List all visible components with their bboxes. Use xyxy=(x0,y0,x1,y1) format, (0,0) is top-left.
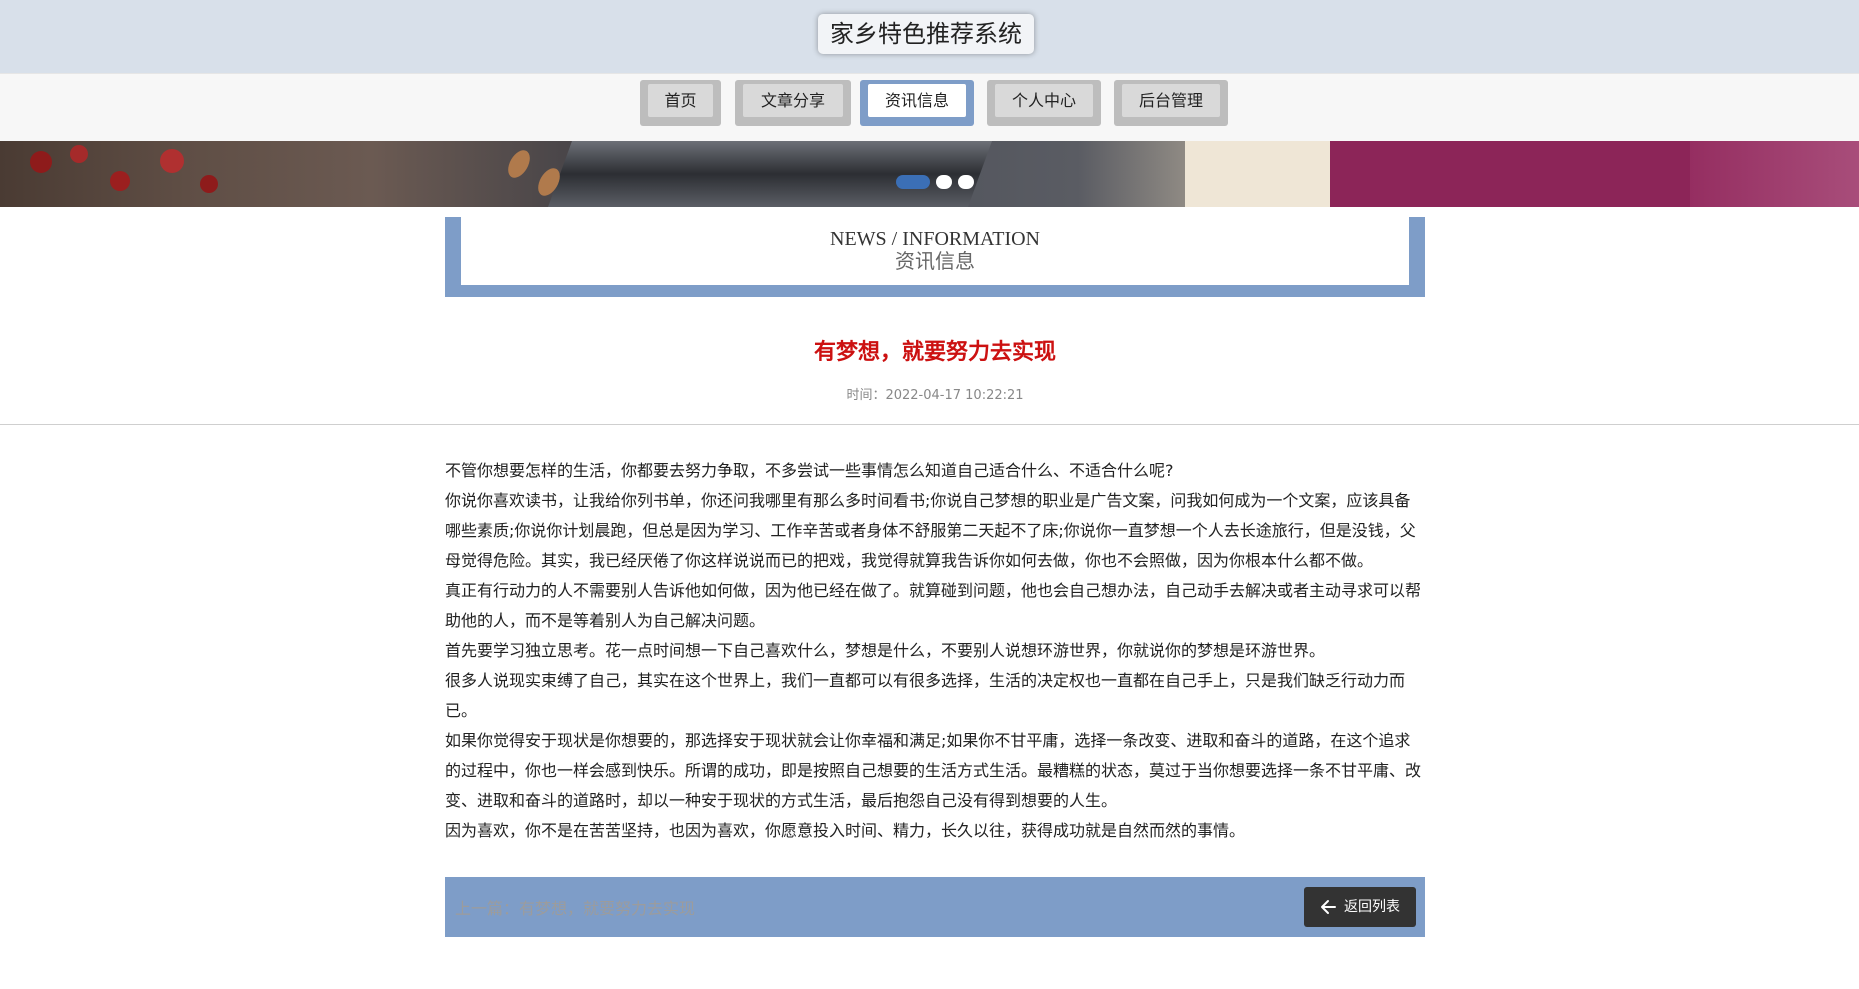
article-time: 时间：2022-04-17 10:22:21 xyxy=(445,387,1425,405)
article-paragraph: 因为喜欢，你不是在苦苦坚持，也因为喜欢，你愿意投入时间、精力，长久以往，获得成功… xyxy=(445,821,1246,840)
article-paragraph: 如果你觉得安于现状是你想要的，那选择安于现状就会让你幸福和满足;如果你不甘平庸，… xyxy=(445,731,1422,810)
time-label: 时间： xyxy=(846,388,886,403)
nav-tab-admin[interactable]: 后台管理 xyxy=(1114,80,1228,126)
carousel-dot[interactable] xyxy=(958,175,974,189)
divider xyxy=(0,424,1859,425)
article-footer-bar: 上一篇：有梦想，就要努力去实现 返回列表 xyxy=(445,877,1425,937)
nav-tab-label: 文章分享 xyxy=(743,84,843,117)
arrow-left-icon xyxy=(1321,900,1336,914)
carousel-dot[interactable] xyxy=(936,175,952,189)
nav-tab-home[interactable]: 首页 xyxy=(640,80,721,126)
article-paragraph: 真正有行动力的人不需要别人告诉他如何做，因为他已经在做了。就算碰到问题，他也会自… xyxy=(445,581,1422,630)
nav-tab-label: 资讯信息 xyxy=(868,84,966,117)
site-title: 家乡特色推荐系统 xyxy=(818,14,1034,54)
banner-nut xyxy=(503,146,535,182)
nav-tab-news[interactable]: 资讯信息 xyxy=(860,80,974,126)
top-header: 家乡特色推荐系统 xyxy=(0,0,1859,73)
nav-tab-personal-center[interactable]: 个人中心 xyxy=(987,80,1101,126)
article-paragraph: 不管你想要怎样的生活，你都要去努力争取，不多尝试一些事情怎么知道自己适合什么、不… xyxy=(445,461,1174,480)
prev-article-link[interactable]: 上一篇：有梦想，就要努力去实现 xyxy=(455,895,695,919)
nav-tab-label: 首页 xyxy=(648,84,713,117)
banner-berry xyxy=(30,151,52,173)
banner-berry xyxy=(160,149,184,173)
banner-image-knife xyxy=(547,141,993,207)
banner-image-box xyxy=(1185,141,1335,207)
article-paragraph: 很多人说现实束缚了自己，其实在这个世界上，我们一直都可以有很多选择，生活的决定权… xyxy=(445,671,1406,720)
section-title-cn: 资讯信息 xyxy=(895,251,975,273)
banner-berry xyxy=(70,145,88,163)
banner-berry xyxy=(200,175,218,193)
article-body: 不管你想要怎样的生活，你都要去努力争取，不多尝试一些事情怎么知道自己适合什么、不… xyxy=(445,456,1425,846)
banner-carousel[interactable] xyxy=(0,141,1859,207)
banner-image-package xyxy=(1330,141,1690,207)
nav-tab-label: 后台管理 xyxy=(1122,84,1220,117)
back-button-label: 返回列表 xyxy=(1344,899,1400,915)
time-value: 2022-04-17 10:22:21 xyxy=(885,388,1024,403)
article-title: 有梦想，就要努力去实现 xyxy=(813,340,1056,365)
nav-tab-label: 个人中心 xyxy=(995,84,1093,117)
back-to-list-button[interactable]: 返回列表 xyxy=(1304,887,1416,927)
section-header: NEWS / INFORMATION 资讯信息 xyxy=(445,217,1425,297)
article-paragraph: 首先要学习独立思考。花一点时间想一下自己喜欢什么，梦想是什么，不要别人说想环游世… xyxy=(445,641,1326,660)
nav-tab-article-share[interactable]: 文章分享 xyxy=(735,80,851,126)
section-title-en: NEWS / INFORMATION xyxy=(830,228,1040,250)
banner-berry xyxy=(110,171,130,191)
carousel-dot-active[interactable] xyxy=(896,175,930,189)
main-nav: 首页 文章分享 资讯信息 个人中心 后台管理 xyxy=(0,73,1859,142)
article-paragraph: 你说你喜欢读书，让我给你列书单，你还问我哪里有那么多时间看书;你说自己梦想的职业… xyxy=(445,491,1416,570)
